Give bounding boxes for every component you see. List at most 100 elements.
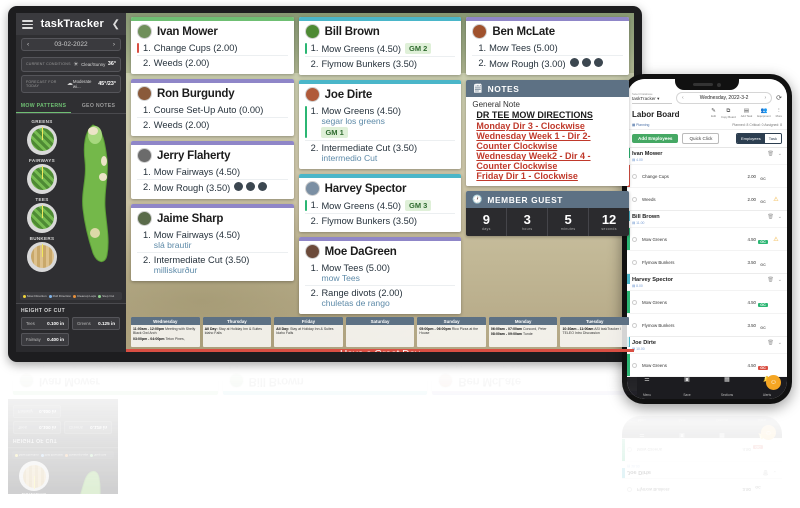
employee-card[interactable]: Jerry Flaherty 1. Mow Fairways (4.50) 2.… xyxy=(131,141,294,199)
calendar-event[interactable]: 06:00am - 07:00am Concord, Peter xyxy=(491,327,556,331)
note-line[interactable]: Friday Dir 1 - Clockwise xyxy=(476,171,623,181)
calendar-event[interactable]: 05:00pm - 06:00pm Rico Pizza at the Hous… xyxy=(419,327,484,336)
list-item[interactable]: Bill Brown 🗑 ⌄ ▤ 11.00 Mow Greens 4.50 G… xyxy=(627,211,787,274)
hoc-tees[interactable]: Tees 0.100 in xyxy=(21,317,69,330)
list-item[interactable]: Joe Dirte 🗑 ⌄ ▤ 10.00 Mow Greens 4.50 GC… xyxy=(622,438,782,478)
collapse-chevron-icon[interactable]: ❮ xyxy=(112,19,120,30)
hole-map[interactable] xyxy=(59,462,114,494)
list-item[interactable]: Harvey Spector 🗑 ⌄ ▤ 8.00 Mow Greens 4.5… xyxy=(622,478,782,501)
task-row[interactable]: 1. Mow Tees (5.00) xyxy=(438,364,631,372)
employee-card[interactable]: Moe DaGreen 1. Mow Tees (5.00) mow Tees 2… xyxy=(298,237,462,314)
tab-alerts[interactable]: 🔔 Alerts xyxy=(742,416,782,440)
note-line[interactable]: Counter Clockwise xyxy=(476,161,623,171)
calendar-day[interactable]: Saturday xyxy=(345,317,415,347)
pattern-greens[interactable]: GREENS xyxy=(27,119,57,155)
pattern-tees[interactable]: TEES xyxy=(27,197,57,233)
table-row[interactable]: Mow Greens 4.50 GC xyxy=(622,439,782,462)
employee-card[interactable]: Ben McLate 1. Mow Tees (5.00) 2. Mow Rou… xyxy=(466,17,630,75)
chevron-down-icon[interactable]: ⌄ xyxy=(778,340,782,346)
tab-sections[interactable]: ▦ Sections xyxy=(707,376,747,400)
chevron-down-icon[interactable]: ⌄ xyxy=(773,469,777,475)
task-row[interactable]: 2. Intermediate Cut (3.50) milliskurður xyxy=(137,252,288,277)
date-next-icon[interactable]: › xyxy=(113,41,115,48)
task-row[interactable]: 2. Flymow Bunkers (3.50) xyxy=(304,213,456,228)
refresh-icon[interactable]: ⟳ xyxy=(776,94,782,102)
hoc-greens[interactable]: Greens 0.125 in xyxy=(64,421,112,435)
current-conditions-widget[interactable]: CURRENT CONDITIONS ☀ Clear/Sunny 36° xyxy=(21,56,121,72)
table-row[interactable]: Intermediate Cut 3.50 GC ⚠ xyxy=(622,438,782,439)
tab-geo-notes[interactable]: GEO NOTES xyxy=(71,99,126,113)
hamburger-menu-icon[interactable] xyxy=(22,18,33,31)
task-row[interactable]: 1. Mow Greens (4.50) GM 2 xyxy=(228,364,422,372)
list-item[interactable]: Ivan Mower 🗑 ⌄ ▤ 4.00 Change Cups 2.00 G… xyxy=(627,148,787,211)
task-row[interactable]: 1. Mow Fairways (4.50) slá brautir xyxy=(137,228,288,252)
status-banner[interactable]: 🔔 Have a Great Day xyxy=(106,349,634,352)
row-checkbox[interactable] xyxy=(627,447,632,453)
quick-click-button[interactable]: Quick Click xyxy=(682,133,720,144)
row-checkbox[interactable] xyxy=(627,487,632,493)
table-row[interactable]: Flymow Bunkers 3.50 GC xyxy=(627,313,787,336)
tab-menu[interactable]: ☰ Menu xyxy=(622,416,662,440)
add-employees-button[interactable]: Add Employees xyxy=(632,134,679,143)
table-row[interactable]: Change Cups 2.00 GC xyxy=(627,164,787,187)
task-row[interactable]: 1. Mow Tees (5.00) xyxy=(472,41,623,55)
calendar-day[interactable]: Tuesday 10:30am - 11:00am ASI taskTracke… xyxy=(560,317,630,347)
forecast-widget[interactable]: FORECAST FOR TODAY ☁ Moderate wi... 45°/… xyxy=(21,74,121,93)
calendar-event[interactable]: All Day: Stay at Holiday Inn & Suites Id… xyxy=(276,327,341,336)
delete-icon[interactable]: 🗑 xyxy=(767,214,773,220)
employee-card[interactable]: Jaime Sharp 1. Mow Fairways (4.50) slá br… xyxy=(131,204,294,281)
tab-menu[interactable]: ☰ Menu xyxy=(627,376,667,400)
list-item[interactable]: Joe Dirte 🗑 ⌄ ▤ 10.00 Mow Greens 4.50 GC… xyxy=(627,337,787,377)
chevron-down-icon[interactable]: ⌄ xyxy=(778,277,782,283)
action-more[interactable]: ⋮ More xyxy=(776,108,782,119)
view-toggle[interactable]: Employees Task xyxy=(735,133,782,144)
employee-card[interactable]: Ivan Mower 1. Change Cups (2.00) 2. Weed… xyxy=(13,364,218,396)
tab-mow-patterns[interactable]: MOW PATTERNS xyxy=(16,99,71,113)
task-row[interactable]: 1. Change Cups (2.00) xyxy=(19,364,212,372)
date-next-icon[interactable]: › xyxy=(764,95,766,101)
chevron-down-icon[interactable]: ⌄ xyxy=(778,214,782,220)
calendar-event[interactable]: 08:00am - 09:00am Tunde xyxy=(491,332,556,336)
member-guest-panel[interactable]: 🕐 MEMBER GUEST 9 days 3 hours 5 minutes … xyxy=(466,191,630,237)
toggle-employees[interactable]: Employees xyxy=(736,134,765,143)
employee-card[interactable]: Harvey Spector 1. Mow Greens (4.50) GM 3 … xyxy=(298,174,462,232)
toggle-task[interactable]: Task xyxy=(764,134,781,143)
calendar-event[interactable]: 11:00am - 12:00pm Meeting with Shelly Bl… xyxy=(133,327,198,336)
delete-icon[interactable]: 🗑 xyxy=(767,340,773,346)
action-equipment[interactable]: 👥 Equipment xyxy=(757,108,770,119)
task-row[interactable]: 1. Change Cups (2.00) xyxy=(137,41,288,55)
employee-card[interactable]: Joe Dirte 1. Mow Greens (4.50) segar los … xyxy=(298,80,462,169)
employee-card[interactable]: Ben McLate 1. Mow Tees (5.00) 2. Mow Rou… xyxy=(432,364,638,396)
delete-icon[interactable]: 🗑 xyxy=(767,277,773,283)
chevron-down-icon[interactable]: ⌄ xyxy=(778,151,782,157)
employee-card[interactable]: Ron Burgundy 1. Course Set-Up Auto (0.00… xyxy=(131,79,294,136)
action-copy-board[interactable]: ⧉ Copy Board xyxy=(721,108,736,119)
note-line[interactable]: Monday Dir 3 - Clockwise xyxy=(476,121,623,131)
calendar-day[interactable]: Sunday 05:00pm - 06:00pm Rico Pizza at t… xyxy=(417,317,486,347)
task-row[interactable]: 1. Mow Greens (4.50) segar los greens GM 1 xyxy=(304,104,456,140)
phone-employee-list[interactable]: Ivan Mower 🗑 ⌄ ▤ 4.00 Change Cups 2.00 G… xyxy=(627,148,787,377)
calendar-day[interactable]: Friday All Day: Stay at Holiday Inn & Su… xyxy=(274,317,343,347)
date-prev-icon[interactable]: ‹ xyxy=(682,95,684,101)
task-row[interactable]: 2. Mow Rough (3.50) xyxy=(137,179,288,195)
task-row[interactable]: 1. Mow Greens (4.50) GM 3 xyxy=(304,198,456,213)
pattern-bunkers[interactable]: BUNKERS xyxy=(19,461,49,494)
note-line[interactable]: Wednesday Week2 - Dir 4 - xyxy=(476,151,623,161)
date-prev-icon[interactable]: ‹ xyxy=(27,41,29,48)
task-row[interactable]: 2. Range divots (2.00) chuletas de rango xyxy=(304,285,456,310)
task-row[interactable]: 1. Course Set-Up Auto (0.00) xyxy=(137,103,288,117)
tab-save[interactable]: ▣ Save xyxy=(667,376,707,400)
task-row[interactable]: 2. Flymow Bunkers (3.50) xyxy=(304,56,456,71)
action-add-task[interactable]: ▤ Add Task xyxy=(741,108,752,119)
note-line[interactable]: Counter Clockwise xyxy=(476,141,623,151)
task-row[interactable]: 1. Mow Tees (5.00) mow Tees xyxy=(305,261,456,285)
table-row[interactable]: Mow Greens 4.50 GC xyxy=(627,353,787,376)
pattern-fairways[interactable]: FAIRWAYS xyxy=(27,158,57,194)
user-icon[interactable]: ☺ xyxy=(761,425,776,440)
phone-employee-list[interactable]: Ivan Mower 🗑 ⌄ ▤ 4.00 Change Cups 2.00 G… xyxy=(622,438,782,501)
employee-card[interactable]: Bill Brown 1. Mow Greens (4.50)GM 2 2. F… xyxy=(222,364,428,396)
hoc-greens[interactable]: Greens 0.125 in xyxy=(72,317,120,330)
list-item[interactable]: Harvey Spector 🗑 ⌄ ▤ 8.00 Mow Greens 4.5… xyxy=(627,274,787,337)
table-row[interactable]: Mow Greens 4.50 GC xyxy=(627,290,787,313)
table-row[interactable]: Flymow Bunkers 3.50 GC xyxy=(627,250,787,273)
